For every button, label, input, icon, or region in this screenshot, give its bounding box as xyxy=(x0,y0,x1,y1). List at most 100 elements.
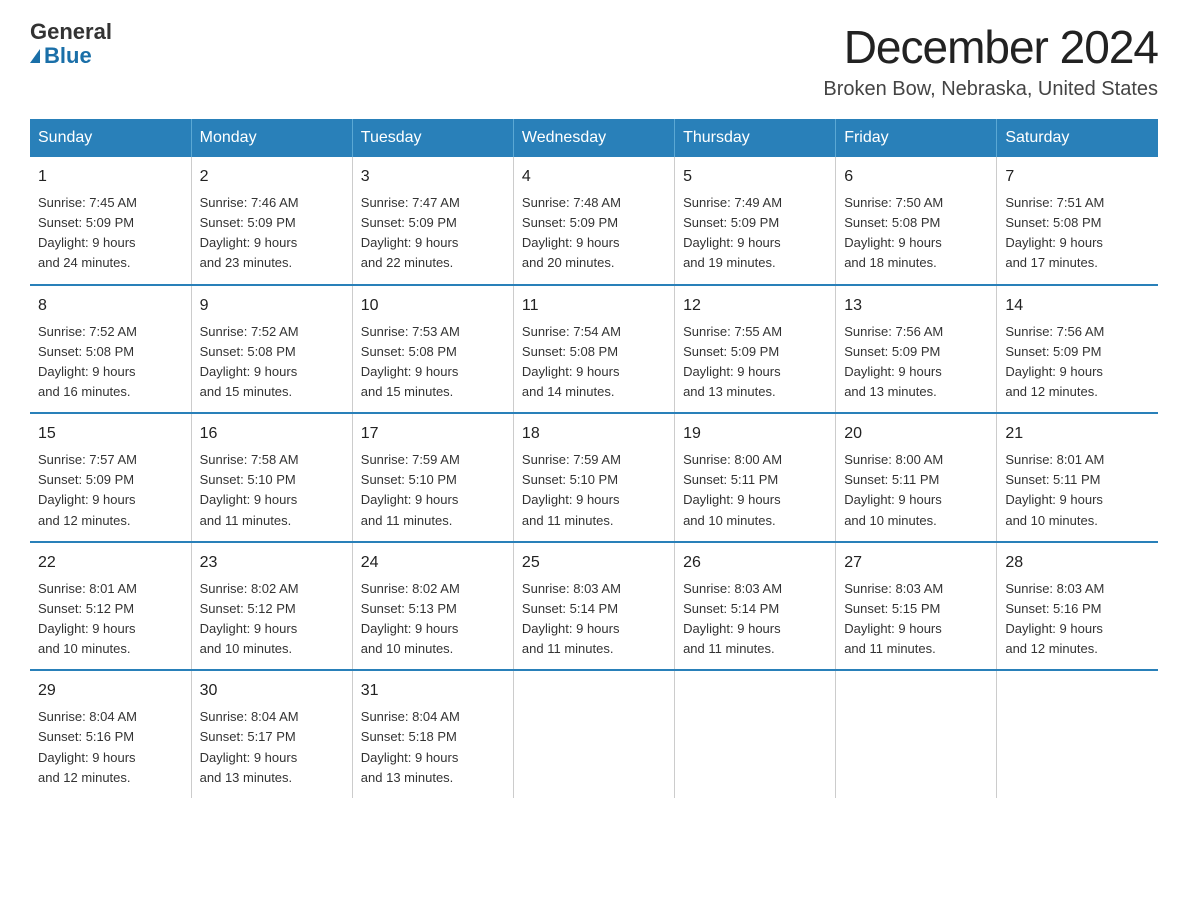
day-number: 8 xyxy=(38,294,183,318)
calendar-week-row: 29 Sunrise: 8:04 AM Sunset: 5:16 PM Dayli… xyxy=(30,670,1158,798)
day-info: Sunrise: 8:03 AM Sunset: 5:14 PM Dayligh… xyxy=(522,579,666,660)
day-header-thursday: Thursday xyxy=(675,119,836,157)
page-header: General Blue December 2024 Broken Bow, N… xyxy=(30,20,1158,101)
calendar-cell: 21 Sunrise: 8:01 AM Sunset: 5:11 PM Dayli… xyxy=(997,413,1158,542)
day-info: Sunrise: 7:55 AM Sunset: 5:09 PM Dayligh… xyxy=(683,322,827,403)
calendar-cell: 9 Sunrise: 7:52 AM Sunset: 5:08 PM Daylig… xyxy=(191,285,352,414)
day-info: Sunrise: 7:52 AM Sunset: 5:08 PM Dayligh… xyxy=(38,322,183,403)
calendar-cell: 17Sunrise: 7:59 AM Sunset: 5:10 PM Dayli… xyxy=(352,413,513,542)
day-number: 27 xyxy=(844,551,988,575)
day-number: 17 xyxy=(361,422,505,446)
calendar-cell xyxy=(675,670,836,798)
logo-blue-text: Blue xyxy=(30,44,112,68)
calendar-cell: 5 Sunrise: 7:49 AM Sunset: 5:09 PM Daylig… xyxy=(675,157,836,285)
calendar-cell: 30 Sunrise: 8:04 AM Sunset: 5:17 PM Dayli… xyxy=(191,670,352,798)
day-number: 13 xyxy=(844,294,988,318)
day-number: 30 xyxy=(200,679,344,703)
calendar-cell: 20Sunrise: 8:00 AM Sunset: 5:11 PM Dayli… xyxy=(836,413,997,542)
day-info: Sunrise: 7:48 AM Sunset: 5:09 PM Dayligh… xyxy=(522,193,666,274)
day-info: Sunrise: 7:50 AM Sunset: 5:08 PM Dayligh… xyxy=(844,193,988,274)
day-number: 11 xyxy=(522,294,666,318)
calendar-cell xyxy=(836,670,997,798)
day-number: 6 xyxy=(844,165,988,189)
day-number: 7 xyxy=(1005,165,1150,189)
calendar-cell: 22 Sunrise: 8:01 AM Sunset: 5:12 PM Dayli… xyxy=(30,542,191,671)
calendar-cell: 18Sunrise: 7:59 AM Sunset: 5:10 PM Dayli… xyxy=(513,413,674,542)
day-number: 15 xyxy=(38,422,183,446)
day-info: Sunrise: 8:04 AM Sunset: 5:17 PM Dayligh… xyxy=(200,707,344,788)
calendar-cell: 16 Sunrise: 7:58 AM Sunset: 5:10 PM Dayli… xyxy=(191,413,352,542)
calendar-title: December 2024 xyxy=(823,20,1158,74)
calendar-cell: 2 Sunrise: 7:46 AM Sunset: 5:09 PM Daylig… xyxy=(191,157,352,285)
day-info: Sunrise: 7:46 AM Sunset: 5:09 PM Dayligh… xyxy=(200,193,344,274)
day-info: Sunrise: 7:51 AM Sunset: 5:08 PM Dayligh… xyxy=(1005,193,1150,274)
day-number: 16 xyxy=(200,422,344,446)
day-number: 9 xyxy=(200,294,344,318)
day-number: 22 xyxy=(38,551,183,575)
day-number: 23 xyxy=(200,551,344,575)
calendar-cell: 23 Sunrise: 8:02 AM Sunset: 5:12 PM Dayli… xyxy=(191,542,352,671)
day-number: 29 xyxy=(38,679,183,703)
calendar-cell: 24 Sunrise: 8:02 AM Sunset: 5:13 PM Dayli… xyxy=(352,542,513,671)
calendar-cell: 19Sunrise: 8:00 AM Sunset: 5:11 PM Dayli… xyxy=(675,413,836,542)
day-number: 10 xyxy=(361,294,505,318)
calendar-cell: 15 Sunrise: 7:57 AM Sunset: 5:09 PM Dayli… xyxy=(30,413,191,542)
day-info: Sunrise: 7:49 AM Sunset: 5:09 PM Dayligh… xyxy=(683,193,827,274)
day-header-monday: Monday xyxy=(191,119,352,157)
day-header-wednesday: Wednesday xyxy=(513,119,674,157)
calendar-cell xyxy=(513,670,674,798)
day-number: 1 xyxy=(38,165,183,189)
calendar-table: SundayMondayTuesdayWednesdayThursdayFrid… xyxy=(30,119,1158,798)
day-header-tuesday: Tuesday xyxy=(352,119,513,157)
day-info: Sunrise: 8:01 AM Sunset: 5:11 PM Dayligh… xyxy=(1005,450,1150,531)
calendar-cell: 12Sunrise: 7:55 AM Sunset: 5:09 PM Dayli… xyxy=(675,285,836,414)
day-number: 18 xyxy=(522,422,666,446)
calendar-cell: 6 Sunrise: 7:50 AM Sunset: 5:08 PM Daylig… xyxy=(836,157,997,285)
calendar-cell: 27 Sunrise: 8:03 AM Sunset: 5:15 PM Dayli… xyxy=(836,542,997,671)
calendar-subtitle: Broken Bow, Nebraska, United States xyxy=(823,78,1158,101)
calendar-week-row: 8 Sunrise: 7:52 AM Sunset: 5:08 PM Daylig… xyxy=(30,285,1158,414)
calendar-cell: 3 Sunrise: 7:47 AM Sunset: 5:09 PM Daylig… xyxy=(352,157,513,285)
day-info: Sunrise: 7:58 AM Sunset: 5:10 PM Dayligh… xyxy=(200,450,344,531)
day-info: Sunrise: 7:52 AM Sunset: 5:08 PM Dayligh… xyxy=(200,322,344,403)
calendar-cell: 31Sunrise: 8:04 AM Sunset: 5:18 PM Dayli… xyxy=(352,670,513,798)
calendar-cell: 28 Sunrise: 8:03 AM Sunset: 5:16 PM Dayli… xyxy=(997,542,1158,671)
day-info: Sunrise: 8:04 AM Sunset: 5:16 PM Dayligh… xyxy=(38,707,183,788)
day-info: Sunrise: 8:02 AM Sunset: 5:12 PM Dayligh… xyxy=(200,579,344,660)
calendar-cell: 8 Sunrise: 7:52 AM Sunset: 5:08 PM Daylig… xyxy=(30,285,191,414)
day-info: Sunrise: 8:00 AM Sunset: 5:11 PM Dayligh… xyxy=(844,450,988,531)
calendar-week-row: 22 Sunrise: 8:01 AM Sunset: 5:12 PM Dayli… xyxy=(30,542,1158,671)
day-number: 2 xyxy=(200,165,344,189)
day-info: Sunrise: 8:01 AM Sunset: 5:12 PM Dayligh… xyxy=(38,579,183,660)
calendar-cell: 4 Sunrise: 7:48 AM Sunset: 5:09 PM Daylig… xyxy=(513,157,674,285)
calendar-cell: 1 Sunrise: 7:45 AM Sunset: 5:09 PM Daylig… xyxy=(30,157,191,285)
day-number: 24 xyxy=(361,551,505,575)
day-number: 21 xyxy=(1005,422,1150,446)
day-info: Sunrise: 8:03 AM Sunset: 5:16 PM Dayligh… xyxy=(1005,579,1150,660)
day-info: Sunrise: 8:02 AM Sunset: 5:13 PM Dayligh… xyxy=(361,579,505,660)
day-number: 5 xyxy=(683,165,827,189)
day-info: Sunrise: 7:54 AM Sunset: 5:08 PM Dayligh… xyxy=(522,322,666,403)
day-info: Sunrise: 7:45 AM Sunset: 5:09 PM Dayligh… xyxy=(38,193,183,274)
calendar-week-row: 1 Sunrise: 7:45 AM Sunset: 5:09 PM Daylig… xyxy=(30,157,1158,285)
logo: General Blue xyxy=(30,20,112,68)
day-info: Sunrise: 7:56 AM Sunset: 5:09 PM Dayligh… xyxy=(844,322,988,403)
calendar-cell: 7 Sunrise: 7:51 AM Sunset: 5:08 PM Daylig… xyxy=(997,157,1158,285)
day-header-saturday: Saturday xyxy=(997,119,1158,157)
logo-triangle-icon xyxy=(30,49,40,63)
day-number: 3 xyxy=(361,165,505,189)
calendar-header-row: SundayMondayTuesdayWednesdayThursdayFrid… xyxy=(30,119,1158,157)
day-header-friday: Friday xyxy=(836,119,997,157)
calendar-cell: 14Sunrise: 7:56 AM Sunset: 5:09 PM Dayli… xyxy=(997,285,1158,414)
day-info: Sunrise: 7:47 AM Sunset: 5:09 PM Dayligh… xyxy=(361,193,505,274)
day-number: 4 xyxy=(522,165,666,189)
calendar-cell: 29 Sunrise: 8:04 AM Sunset: 5:16 PM Dayli… xyxy=(30,670,191,798)
day-info: Sunrise: 8:04 AM Sunset: 5:18 PM Dayligh… xyxy=(361,707,505,788)
day-info: Sunrise: 8:03 AM Sunset: 5:15 PM Dayligh… xyxy=(844,579,988,660)
day-info: Sunrise: 7:57 AM Sunset: 5:09 PM Dayligh… xyxy=(38,450,183,531)
title-block: December 2024 Broken Bow, Nebraska, Unit… xyxy=(823,20,1158,101)
day-header-sunday: Sunday xyxy=(30,119,191,157)
day-number: 28 xyxy=(1005,551,1150,575)
calendar-cell: 10 Sunrise: 7:53 AM Sunset: 5:08 PM Dayli… xyxy=(352,285,513,414)
day-info: Sunrise: 7:53 AM Sunset: 5:08 PM Dayligh… xyxy=(361,322,505,403)
